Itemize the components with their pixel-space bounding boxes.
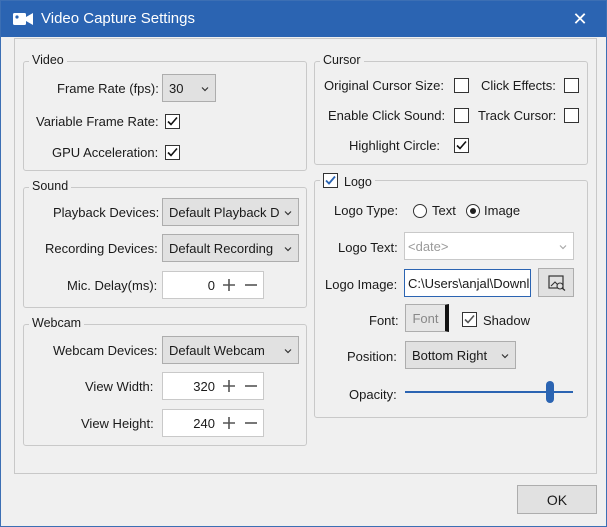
variable-frame-rate-label: Variable Frame Rate:	[36, 114, 159, 129]
click-effects-label: Click Effects:	[481, 78, 556, 93]
logo-image-path-input[interactable]: C:\Users\anjal\Downl	[404, 269, 531, 297]
webcam-devices-value: Default Webcam	[169, 343, 265, 358]
checkmark-icon	[167, 147, 178, 157]
view-width-stepper[interactable]: 320	[162, 372, 264, 400]
sound-group: Sound Playback Devices: Default Playback…	[23, 179, 307, 308]
logo-type-image-label: Image	[484, 203, 521, 218]
variable-frame-rate-checkbox[interactable]	[165, 114, 180, 129]
font-button-label: Font	[412, 311, 439, 326]
frame-rate-select[interactable]: 30	[162, 74, 216, 102]
minus-icon[interactable]	[243, 378, 259, 394]
chevron-down-icon	[284, 349, 292, 354]
video-capture-settings-window: Video Capture Settings ✕ Video Frame Rat…	[0, 0, 607, 527]
webcam-devices-label: Webcam Devices:	[53, 343, 158, 358]
window-title: Video Capture Settings	[41, 10, 195, 27]
recording-devices-label: Recording Devices:	[45, 241, 158, 256]
webcam-group: Webcam Webcam Devices: Default Webcam Vi…	[23, 316, 307, 446]
enable-click-sound-checkbox[interactable]	[454, 108, 469, 123]
ok-button-label: OK	[546, 492, 568, 508]
close-button[interactable]: ✕	[567, 7, 593, 31]
video-legend: Video	[29, 53, 67, 67]
playback-devices-value: Default Playback D	[169, 205, 280, 220]
position-select[interactable]: Bottom Right	[405, 341, 516, 369]
gpu-acceleration-label: GPU Acceleration:	[52, 145, 159, 160]
shadow-label: Shadow	[483, 313, 530, 328]
original-cursor-size-label: Original Cursor Size:	[324, 78, 444, 93]
checkmark-icon	[456, 140, 467, 150]
highlight-circle-label: Highlight Circle:	[349, 138, 441, 153]
webcam-devices-select[interactable]: Default Webcam	[162, 336, 299, 364]
shadow-checkbox[interactable]	[462, 312, 477, 327]
highlight-circle-checkbox[interactable]	[454, 138, 469, 153]
position-value: Bottom Right	[412, 348, 488, 363]
font-button[interactable]: Font	[405, 304, 449, 332]
minus-icon[interactable]	[243, 277, 259, 293]
font-label: Font:	[369, 313, 399, 328]
view-width-value: 320	[193, 379, 215, 394]
logo-text-placeholder: <date>	[408, 239, 449, 254]
chevron-down-icon	[559, 245, 567, 250]
gpu-acceleration-checkbox[interactable]	[165, 145, 180, 160]
webcam-legend: Webcam	[29, 316, 85, 330]
click-effects-checkbox[interactable]	[564, 78, 579, 93]
settings-panel: Video Frame Rate (fps): 30 Variable Fram…	[14, 38, 597, 474]
view-height-value: 240	[193, 416, 215, 431]
logo-legend-label: Logo	[344, 175, 372, 189]
checkmark-icon	[167, 116, 178, 126]
video-camera-icon	[13, 11, 33, 27]
logo-legend: Logo	[320, 171, 375, 189]
logo-type-label: Logo Type:	[334, 203, 399, 218]
logo-type-text-label: Text	[432, 203, 456, 218]
view-height-label: View Height:	[81, 416, 154, 431]
original-cursor-size-checkbox[interactable]	[454, 78, 469, 93]
video-group: Video Frame Rate (fps): 30 Variable Fram…	[23, 53, 307, 171]
playback-devices-label: Playback Devices:	[53, 205, 160, 220]
recording-devices-select[interactable]: Default Recording	[162, 234, 299, 262]
title-bar: Video Capture Settings ✕	[1, 1, 606, 37]
chevron-down-icon	[201, 87, 209, 92]
logo-enabled-checkbox[interactable]	[323, 173, 338, 188]
chevron-down-icon	[284, 245, 292, 253]
plus-icon[interactable]	[221, 378, 237, 394]
plus-icon[interactable]	[221, 415, 237, 431]
browse-image-button[interactable]	[538, 268, 574, 297]
frame-rate-label: Frame Rate (fps):	[57, 81, 159, 96]
checkmark-icon	[464, 314, 475, 324]
ok-button[interactable]: OK	[517, 485, 597, 514]
frame-rate-value: 30	[169, 81, 184, 96]
opacity-label: Opacity:	[349, 387, 397, 402]
logo-group: Logo Logo Type: Text Image Logo Text: <d…	[314, 171, 588, 418]
mic-delay-label: Mic. Delay(ms):	[67, 278, 158, 293]
playback-devices-select[interactable]: Default Playback D	[162, 198, 299, 226]
cursor-legend: Cursor	[320, 53, 364, 67]
cursor-group: Cursor Original Cursor Size: Click Effec…	[314, 53, 588, 165]
checkmark-icon	[325, 175, 336, 185]
logo-image-path-value: C:\Users\anjal\Downl	[408, 276, 530, 291]
opacity-slider-thumb[interactable]	[546, 381, 554, 403]
mic-delay-stepper[interactable]: 0	[162, 271, 264, 299]
plus-icon[interactable]	[221, 277, 237, 293]
view-height-stepper[interactable]: 240	[162, 409, 264, 437]
image-browse-icon	[548, 275, 566, 291]
mic-delay-value: 0	[207, 278, 215, 293]
logo-image-label: Logo Image:	[325, 277, 398, 292]
sound-legend: Sound	[29, 179, 72, 193]
minus-icon[interactable]	[243, 415, 259, 431]
logo-type-image-radio[interactable]	[466, 204, 480, 218]
view-width-label: View Width:	[85, 379, 154, 394]
logo-text-label: Logo Text:	[338, 240, 398, 255]
chevron-down-icon	[501, 354, 509, 359]
opacity-slider[interactable]	[405, 379, 573, 405]
position-label: Position:	[347, 349, 397, 364]
chevron-down-icon	[284, 209, 292, 217]
track-cursor-label: Track Cursor:	[478, 108, 557, 123]
enable-click-sound-label: Enable Click Sound:	[328, 108, 446, 123]
logo-type-text-radio[interactable]	[413, 204, 427, 218]
logo-text-input[interactable]: <date>	[404, 232, 574, 260]
recording-devices-value: Default Recording	[169, 241, 274, 256]
track-cursor-checkbox[interactable]	[564, 108, 579, 123]
